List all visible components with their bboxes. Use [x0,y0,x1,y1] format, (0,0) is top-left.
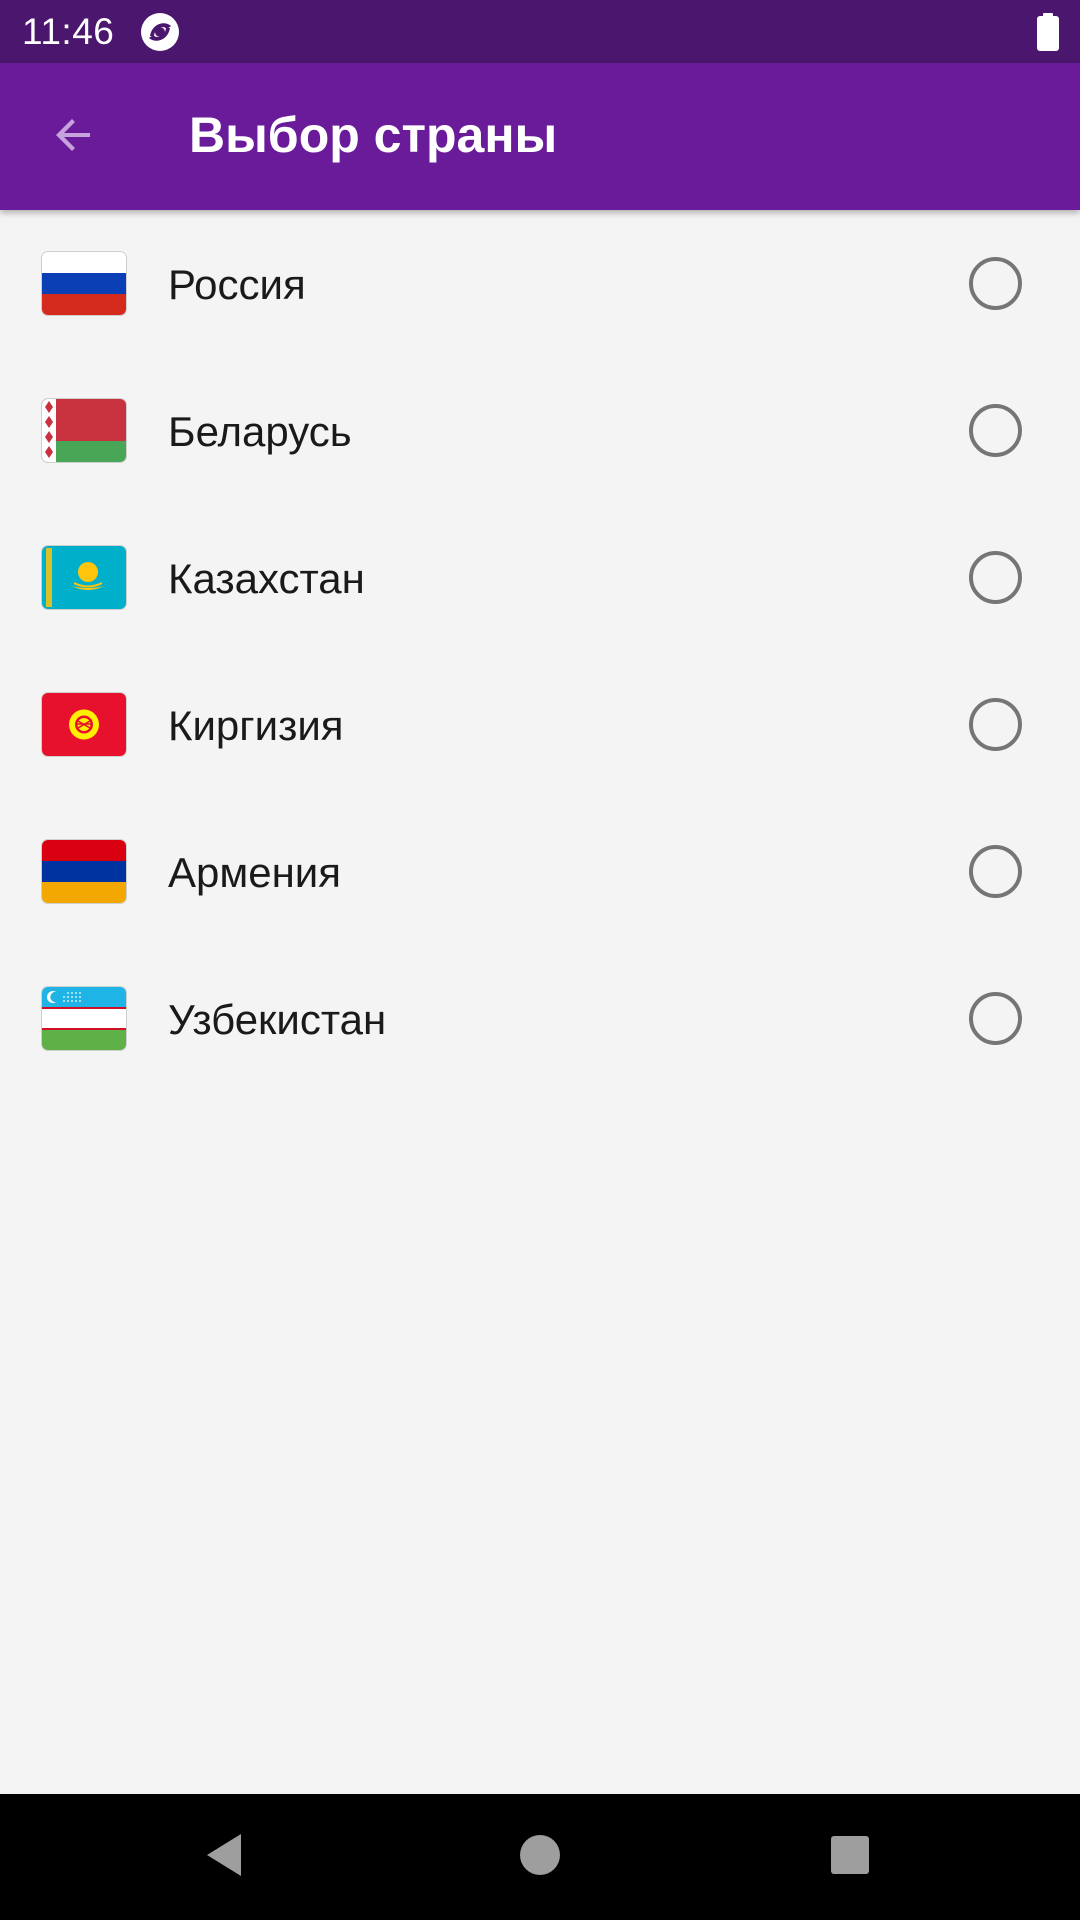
radio-button[interactable] [969,404,1022,457]
app-bar: Выбор страны [0,63,1080,210]
country-name: Армения [168,849,342,896]
arrow-back-icon [50,111,98,164]
battery-icon [1035,13,1061,51]
nav-back-icon [201,1830,249,1885]
radio-button[interactable] [969,698,1022,751]
nav-recents-icon [829,1834,871,1881]
status-time: 11:46 [22,11,115,52]
nav-home-button[interactable] [510,1827,570,1887]
status-bar: 11:46 [0,0,1080,63]
country-list: Россия Беларусь Казахстан Киргизия Армен… [0,210,1080,1092]
russia-flag-icon [42,252,126,315]
nav-home-icon [517,1832,563,1883]
country-name: Казахстан [168,555,365,602]
country-item-kyrgyzstan[interactable]: Киргизия [0,651,1080,798]
country-item-armenia[interactable]: Армения [0,798,1080,945]
country-item-kazakhstan[interactable]: Казахстан [0,504,1080,651]
nav-back-button[interactable] [195,1827,255,1887]
navigation-bar [0,1794,1080,1920]
radio-button[interactable] [969,845,1022,898]
kazakhstan-flag-icon [42,546,126,609]
kyrgyzstan-flag-icon [42,693,126,756]
country-name: Узбекистан [168,996,387,1043]
country-item-belarus[interactable]: Беларусь [0,357,1080,504]
country-name: Беларусь [168,408,352,455]
country-name: Киргизия [168,702,344,749]
uzbekistan-flag-icon [42,987,126,1050]
country-item-russia[interactable]: Россия [0,210,1080,357]
page-title: Выбор страны [189,107,558,163]
app-notification-icon [140,12,180,52]
radio-button[interactable] [969,992,1022,1045]
country-item-uzbekistan[interactable]: Узбекистан [0,945,1080,1092]
belarus-flag-icon [42,399,126,462]
armenia-flag-icon [42,840,126,903]
back-button[interactable] [30,93,118,181]
country-name: Россия [168,261,306,308]
nav-recents-button[interactable] [820,1827,880,1887]
radio-button[interactable] [969,551,1022,604]
radio-button[interactable] [969,257,1022,310]
